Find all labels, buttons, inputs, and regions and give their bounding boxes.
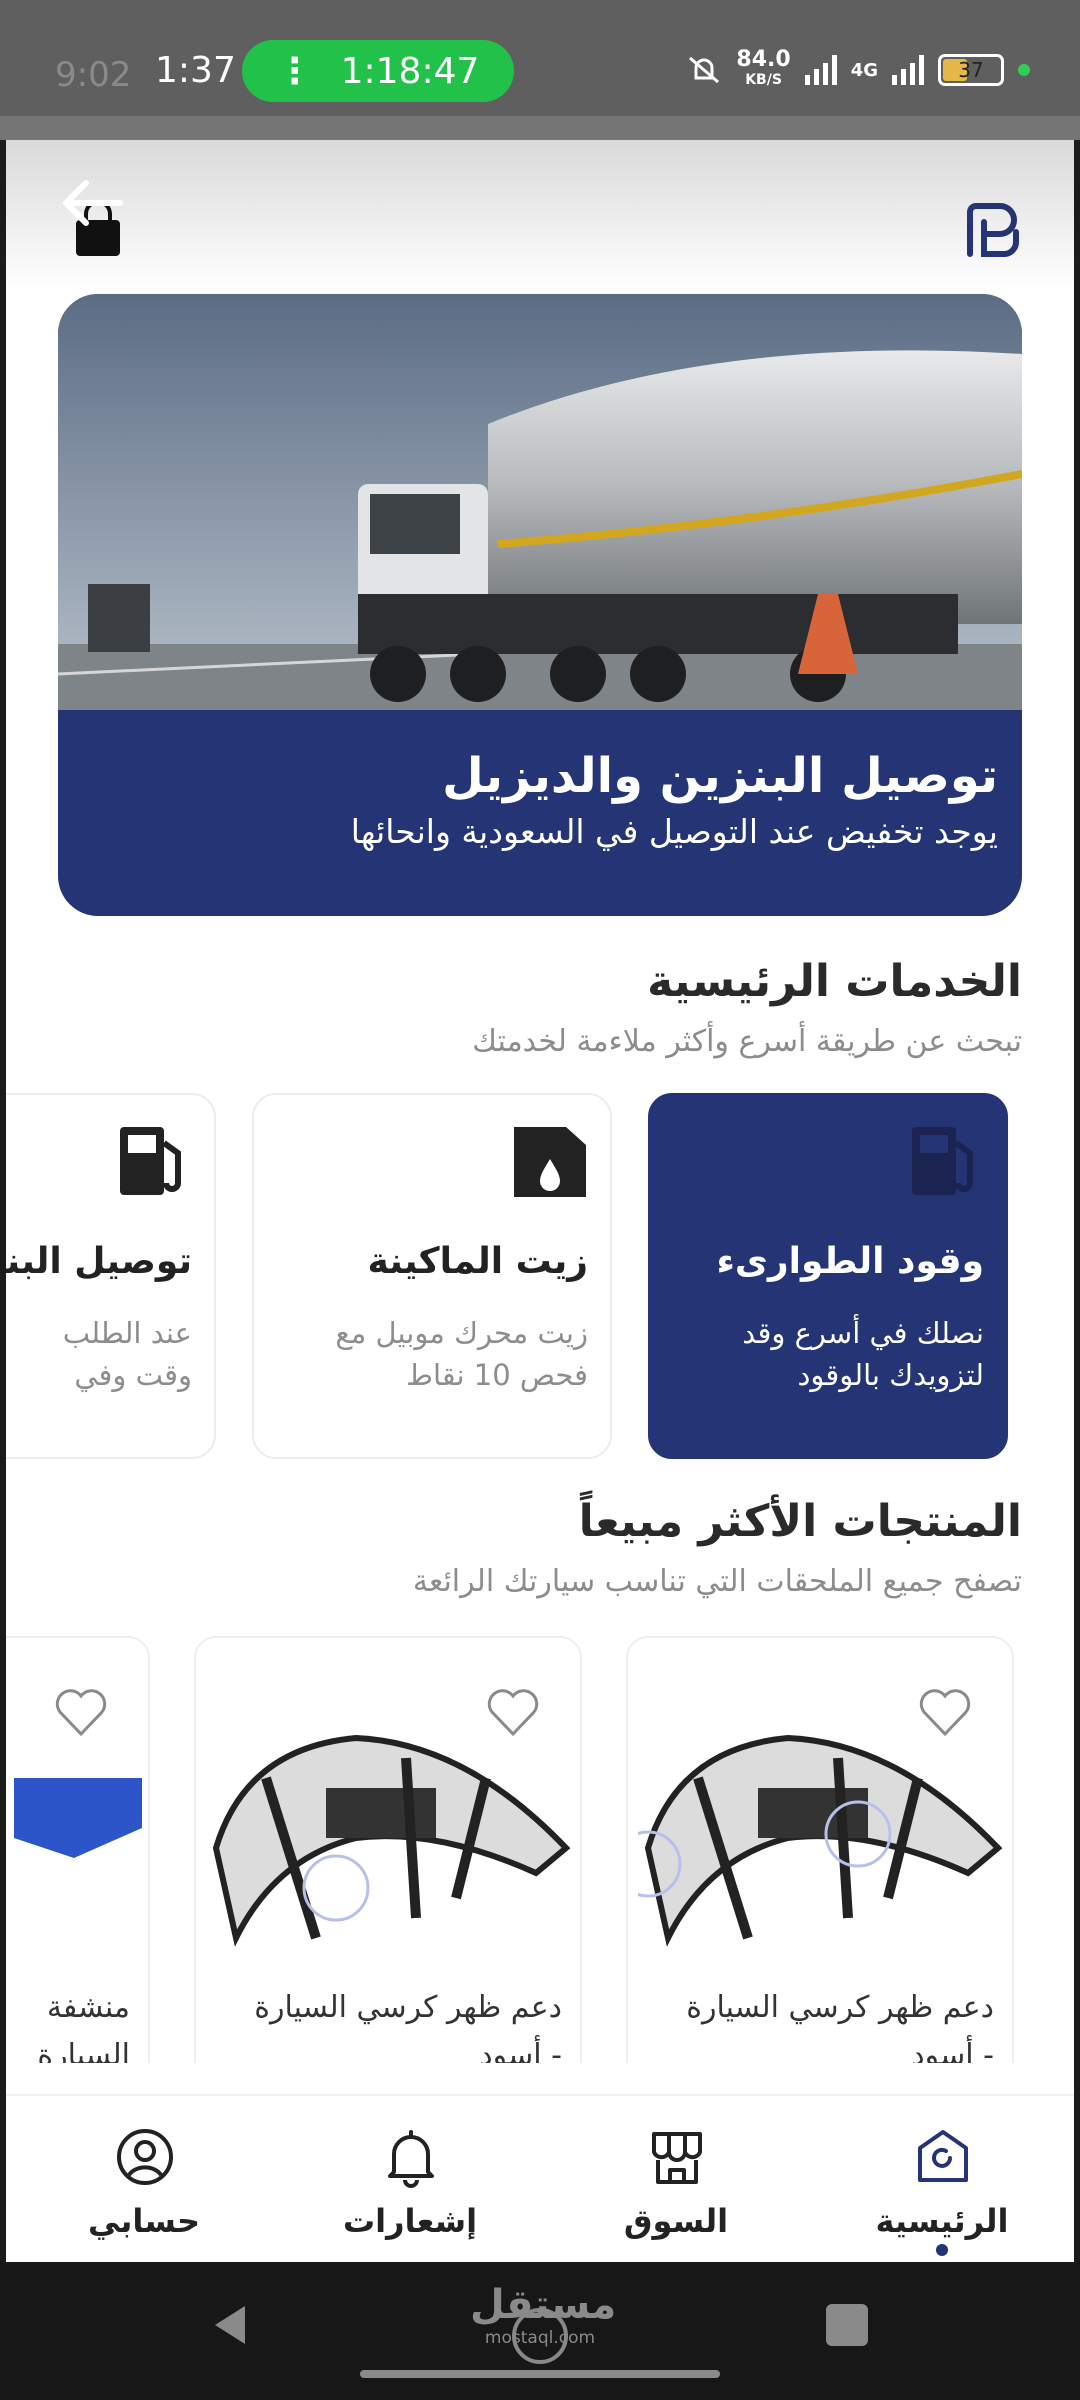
mute-icon xyxy=(689,56,720,84)
product-name: منشفة xyxy=(46,1990,130,2025)
product-card[interactable]: دعم ظهر كرسي السيارة - أسود xyxy=(626,1636,1014,2063)
product-variant: السيارة xyxy=(37,2038,130,2063)
product-card[interactable]: دعم ظهر كرسي السيارة - أسود xyxy=(194,1636,582,2063)
nav-item-account[interactable]: حسابي xyxy=(34,2096,254,2262)
signal-icon-2 xyxy=(892,55,924,85)
network-type: 4G xyxy=(850,59,878,81)
service-description: عند الطلب وقت وفي xyxy=(62,1316,192,1392)
user-icon xyxy=(117,2129,173,2185)
nav-item-market[interactable]: السوق xyxy=(566,2096,786,2262)
service-description: زيت محرك موبيل مع فحص 10 نقاط xyxy=(335,1316,588,1392)
ghost-time: 9:02 xyxy=(55,55,132,95)
fuel-truck-image xyxy=(58,294,1022,710)
network-speed: 84.0 KB/S xyxy=(736,47,791,89)
nav-label: حسابي xyxy=(87,2202,201,2240)
products-carousel[interactable]: دعم ظهر كرسي السيارة - أسود دعم ظهر كرسي… xyxy=(6,1636,1074,2063)
clock: 1:37 xyxy=(155,50,236,91)
services-section-subtitle: تبحث عن طريقة أسرع وأكثر ملاءمة لخدمتك xyxy=(472,1024,1022,1059)
seat-back-support-image xyxy=(212,1734,571,1947)
product-variant: - أسود xyxy=(479,2038,562,2063)
gesture-pill[interactable] xyxy=(360,2370,720,2378)
app-screen: توصيل البنزين والديزيل يوجد تخفيض عند ال… xyxy=(6,140,1074,2262)
nav-label: الرئيسية xyxy=(875,2202,1009,2240)
products-section-title: المنتجات الأكثر مبيعاً xyxy=(578,1496,1022,1547)
call-timer: 1:18:47 xyxy=(340,50,480,92)
service-description: نصلك في أسرع وقد لتزويدك بالوقود xyxy=(742,1316,984,1392)
nav-label: إشعارات xyxy=(342,2202,478,2240)
status-bar: 9:02 1:37 ⋮ 1:18:47 84.0 KB/S 4G 37 xyxy=(0,0,1080,140)
call-menu-icon: ⋮ xyxy=(276,50,313,92)
promo-banner[interactable]: توصيل البنزين والديزيل يوجد تخفيض عند ال… xyxy=(58,294,1022,916)
products-section-subtitle: تصفح جميع الملحقات التي تناسب سيارتك الر… xyxy=(412,1564,1022,1599)
banner-subtitle: يوجد تخفيض عند التوصيل في السعودية وانحا… xyxy=(350,812,998,851)
product-variant: - أسود xyxy=(911,2038,994,2063)
app-logo-icon xyxy=(967,203,1019,257)
service-title: زيت الماكينة xyxy=(367,1241,588,1282)
home-icon xyxy=(918,2130,968,2182)
system-back-icon[interactable] xyxy=(205,2300,255,2350)
app-header xyxy=(6,140,1074,290)
product-card[interactable]: منشفة السيارة xyxy=(6,1636,150,2063)
store-icon xyxy=(652,2132,702,2184)
service-title: توصيل البنزين xyxy=(6,1241,192,1282)
service-card-engine-oil[interactable]: زيت الماكينة زيت محرك موبيل مع فحص 10 نق… xyxy=(252,1093,612,1459)
towel-image xyxy=(14,1778,142,1858)
ongoing-call-chip[interactable]: ⋮ 1:18:47 xyxy=(242,40,514,102)
battery-icon: 37 xyxy=(938,54,1004,86)
service-title: وقود الطوارىء xyxy=(716,1241,985,1282)
nav-item-notifications[interactable]: إشعارات xyxy=(300,2096,520,2262)
active-indicator xyxy=(936,2244,948,2256)
banner-title: توصيل البنزين والديزيل xyxy=(442,748,998,804)
bottom-navigation: الرئيسية السوق إشعارات حسابي xyxy=(6,2094,1074,2262)
system-navigation-bar: مستقل mostaql.com xyxy=(0,2262,1080,2400)
service-card-fuel-delivery[interactable]: توصيل البنزين عند الطلب وقت وفي xyxy=(6,1093,216,1459)
signal-icon xyxy=(804,55,837,85)
fuel-pump-icon xyxy=(120,1127,181,1195)
back-arrow-icon[interactable] xyxy=(56,175,126,235)
service-card-emergency-fuel[interactable]: وقود الطوارىء نصلك في أسرع وقد لتزويدك ب… xyxy=(648,1093,1008,1459)
fuel-pump-icon xyxy=(912,1127,973,1195)
nav-item-home[interactable]: الرئيسية xyxy=(832,2096,1052,2262)
privacy-dot xyxy=(1018,64,1030,76)
services-section-title: الخدمات الرئيسية xyxy=(647,956,1022,1007)
bell-icon xyxy=(388,2130,434,2188)
product-name: دعم ظهر كرسي السيارة xyxy=(686,1990,994,2025)
watermark: مستقل mostaql.com xyxy=(470,2282,617,2348)
seat-back-support-image xyxy=(638,1734,1003,1947)
product-name: دعم ظهر كرسي السيارة xyxy=(254,1990,562,2025)
banner-text: توصيل البنزين والديزيل يوجد تخفيض عند ال… xyxy=(78,726,998,851)
status-icons: 84.0 KB/S 4G 37 xyxy=(686,47,1030,90)
nav-label: السوق xyxy=(623,2202,729,2240)
oil-can-icon xyxy=(514,1127,586,1197)
system-recents-button[interactable] xyxy=(826,2304,868,2346)
services-carousel[interactable]: وقود الطوارىء نصلك في أسرع وقد لتزويدك ب… xyxy=(6,1093,1074,1459)
status-divider xyxy=(0,116,1080,140)
